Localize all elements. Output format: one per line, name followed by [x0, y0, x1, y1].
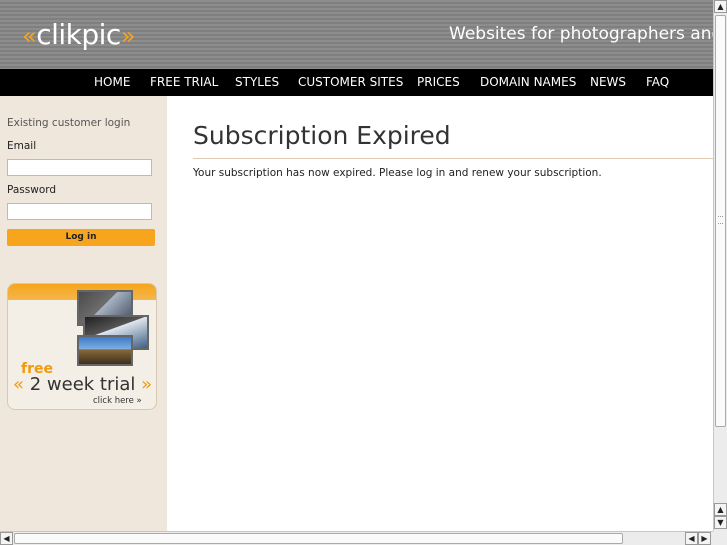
promo-trial: « 2 week trial »	[13, 374, 152, 395]
sample-site-thumbnail	[77, 335, 133, 366]
scroll-right-icon[interactable]: ▶	[698, 532, 711, 545]
promo-trial-text: 2 week trial	[24, 374, 142, 395]
vertical-scroll-thumb[interactable]	[715, 15, 726, 427]
clikpic-logo[interactable]: «clikpic»	[22, 18, 136, 51]
scrollbar-corner	[713, 531, 727, 545]
nav-news[interactable]: NEWS	[590, 75, 626, 89]
scroll-left-icon[interactable]: ◀	[0, 532, 13, 545]
logo-open-quote: «	[22, 22, 37, 50]
scroll-left-icon[interactable]: ◀	[685, 532, 698, 545]
promo-click-here[interactable]: click here »	[93, 396, 142, 406]
nav-faq[interactable]: FAQ	[646, 75, 669, 89]
scroll-up-icon[interactable]: ▲	[714, 0, 727, 13]
scroll-down-icon[interactable]: ▼	[714, 516, 727, 529]
grip-icon	[718, 216, 723, 224]
email-field[interactable]	[7, 159, 152, 176]
site-tagline: Websites for photographers and	[449, 24, 723, 44]
login-title: Existing customer login	[7, 117, 131, 129]
logo-text: clikpic	[36, 18, 121, 51]
title-divider	[193, 158, 713, 159]
site-header: «clikpic» Websites for photographers and	[0, 0, 722, 69]
nav-prices[interactable]: PRICES	[417, 75, 460, 89]
free-trial-banner[interactable]: free « 2 week trial » click here »	[7, 283, 157, 410]
promo-close-quote: »	[141, 374, 153, 395]
logo-close-quote: »	[120, 22, 136, 50]
nav-customer-sites[interactable]: CUSTOMER SITES	[298, 75, 403, 89]
expired-message: Your subscription has now expired. Pleas…	[193, 167, 602, 179]
nav-home[interactable]: HOME	[94, 75, 130, 89]
horizontal-scrollbar[interactable]: ◀ ◀ ▶	[0, 531, 713, 545]
page-title: Subscription Expired	[193, 121, 451, 150]
horizontal-scroll-thumb[interactable]	[14, 533, 623, 544]
promo-open-quote: «	[13, 374, 25, 395]
nav-domain-names[interactable]: DOMAIN NAMES	[480, 75, 576, 89]
sidebar: Existing customer login Email Password L…	[0, 96, 167, 531]
nav-free-trial[interactable]: FREE TRIAL	[150, 75, 218, 89]
password-label: Password	[7, 184, 57, 196]
login-button[interactable]: Log in	[7, 229, 155, 246]
vertical-scrollbar[interactable]: ▲ ▲ ▼	[713, 0, 727, 531]
nav-styles[interactable]: STYLES	[235, 75, 279, 89]
main-nav: HOME FREE TRIAL STYLES CUSTOMER SITES PR…	[0, 69, 713, 96]
password-field[interactable]	[7, 203, 152, 220]
scroll-up-icon[interactable]: ▲	[714, 503, 727, 516]
email-label: Email	[7, 140, 37, 152]
